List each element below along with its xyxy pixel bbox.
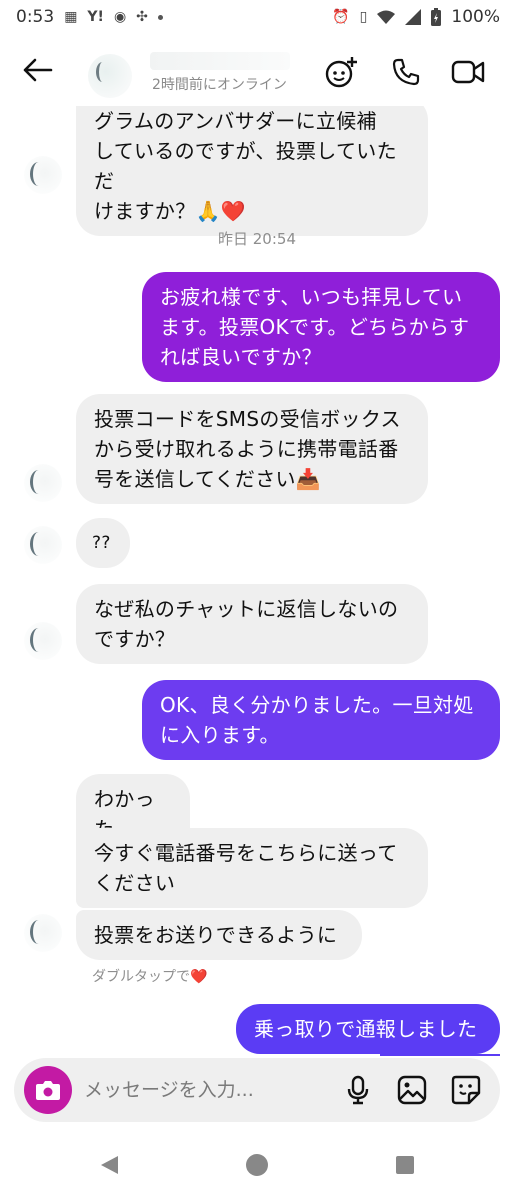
camera-button[interactable]	[24, 1066, 72, 1114]
message-line: なぜ私のチャットに返信しないの	[94, 597, 399, 621]
nav-recents-icon	[396, 1156, 414, 1174]
message-line: お疲れ様です、いつも拝見してい	[160, 285, 463, 309]
message-line: 投票コードをSMSの受信ボックス	[94, 407, 401, 431]
calendar-notification-icon: ▦	[64, 9, 78, 25]
voice-message-button[interactable]	[340, 1072, 376, 1108]
contact-avatar[interactable]	[88, 54, 132, 98]
message-line: から受け取れるように携帯電話番	[94, 437, 399, 461]
yahoo-notification-icon: Y!	[87, 9, 104, 25]
gallery-button[interactable]	[394, 1072, 430, 1108]
message-bubble-incoming[interactable]: 今すぐ電話番号をこちらに送って ください	[76, 828, 428, 908]
sender-avatar[interactable]	[24, 526, 62, 564]
system-navigation-bar	[0, 1130, 514, 1199]
signal-icon	[405, 9, 422, 25]
effects-icon	[325, 57, 357, 88]
phone-icon	[392, 58, 420, 86]
message-line: 投票をお送りできるように	[94, 923, 338, 947]
camera-icon	[36, 1081, 60, 1100]
mic-icon	[347, 1075, 369, 1105]
sender-avatar[interactable]	[24, 914, 62, 952]
battery-icon	[431, 8, 442, 26]
double-tap-hint: ダブルタップで❤️	[92, 969, 208, 985]
nav-back-icon	[101, 1156, 118, 1174]
cat-notification-icon: ◉	[113, 9, 127, 25]
nav-back-button[interactable]	[94, 1150, 124, 1180]
pinwheel-notification-icon: ✣	[136, 9, 148, 25]
online-status: 2時間前にオンライン	[152, 77, 287, 93]
sticker-icon	[451, 1075, 481, 1105]
message-line: に入ります。	[160, 723, 280, 747]
message-line: れば良いですか？	[160, 345, 322, 369]
effects-button[interactable]	[322, 52, 362, 92]
sender-avatar[interactable]	[24, 622, 62, 660]
timestamp: 昨日 20:54	[218, 230, 296, 248]
message-line: ください	[94, 871, 176, 895]
message-bubble-incoming[interactable]: 投票をお送りできるように	[76, 910, 362, 960]
message-bubble-incoming[interactable]: ??	[76, 518, 130, 568]
message-composer	[14, 1058, 500, 1122]
message-thread[interactable]: グラムのアンバサダーに立候補 しているのですが、投票していただ けますか？🙏❤️…	[0, 106, 514, 1056]
message-line: 乗っ取りで通報しました	[254, 1017, 478, 1041]
message-bubble-outgoing[interactable]: OK、良く分かりました。一旦対処 に入ります。	[142, 680, 500, 760]
message-line: けますか？🙏❤️	[94, 199, 246, 223]
voice-call-button[interactable]	[386, 52, 426, 92]
message-line: グラムのアンバサダーに立候補	[94, 109, 377, 133]
message-bubble-incoming[interactable]: 投票コードをSMSの受信ボックス から受け取れるように携帯電話番 号を送信してく…	[76, 394, 428, 504]
status-bar: 0:53 ▦ Y! ◉ ✣ ⏰ ▯ 100%	[0, 0, 514, 34]
wifi-icon	[377, 10, 396, 24]
sender-avatar[interactable]	[24, 156, 62, 194]
back-button[interactable]	[18, 52, 58, 88]
sender-avatar[interactable]	[24, 464, 62, 502]
message-bubble-incoming[interactable]: グラムのアンバサダーに立候補 しているのですが、投票していただ けますか？🙏❤️	[76, 106, 428, 236]
sticker-button[interactable]	[448, 1072, 484, 1108]
video-call-button[interactable]	[448, 52, 488, 92]
message-line: ??	[92, 533, 111, 553]
message-bubble-incoming[interactable]: なぜ私のチャットに返信しないの ですか？	[76, 584, 428, 664]
message-bubble-outgoing[interactable]: お疲れ様です、いつも拝見してい ます。投票OKです。どちらからす れば良いですか…	[142, 272, 500, 382]
alarm-icon: ⏰	[332, 9, 350, 25]
message-input[interactable]	[84, 1072, 314, 1108]
message-line: ですか？	[94, 627, 176, 651]
status-time: 0:53	[16, 7, 55, 27]
contact-name-redacted[interactable]	[150, 52, 290, 70]
battery-percent: 100%	[451, 7, 500, 27]
message-line: OK、良く分かりました。一旦対処	[160, 693, 474, 717]
message-line: しているのですが、投票していただ	[94, 139, 397, 193]
partial-outgoing-bubble	[380, 1054, 500, 1056]
nav-home-icon	[246, 1154, 268, 1176]
video-icon	[451, 60, 485, 84]
vibrate-icon: ▯	[359, 9, 368, 25]
nav-home-button[interactable]	[242, 1150, 272, 1180]
message-line: 号を送信してください📥	[94, 467, 322, 491]
message-line: 今すぐ電話番号をこちらに送って	[94, 841, 398, 865]
more-notifications-icon	[157, 14, 163, 20]
nav-recents-button[interactable]	[390, 1150, 420, 1180]
message-line: ます。投票OKです。どちらからす	[160, 315, 470, 339]
chat-header: 2時間前にオンライン	[0, 34, 514, 106]
back-arrow-icon	[23, 58, 53, 82]
gallery-icon	[397, 1075, 427, 1105]
message-bubble-outgoing[interactable]: 乗っ取りで通報しました	[236, 1004, 500, 1054]
